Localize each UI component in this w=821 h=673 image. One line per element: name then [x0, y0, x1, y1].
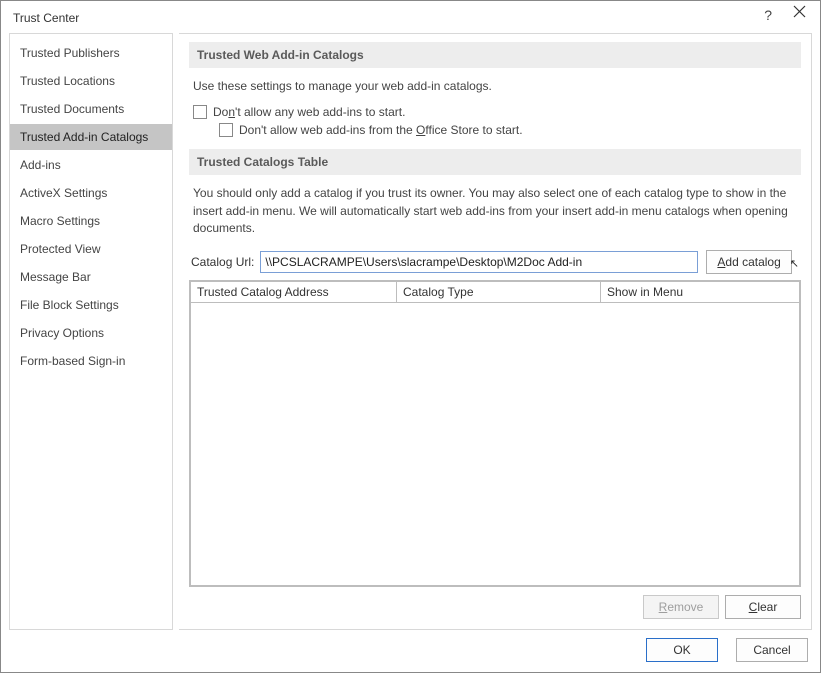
- dialog-buttons: OK Cancel: [638, 638, 808, 662]
- close-button[interactable]: [793, 5, 806, 21]
- dialog-body: Trusted Publishers Trusted Locations Tru…: [9, 33, 812, 630]
- col-header-address[interactable]: Trusted Catalog Address: [191, 282, 397, 302]
- table-action-buttons: Remove Clear: [189, 595, 801, 619]
- col-header-type[interactable]: Catalog Type: [397, 282, 601, 302]
- main-panel: Trusted Web Add-in Catalogs Use these se…: [179, 33, 812, 630]
- sidebar-item-macro-settings[interactable]: Macro Settings: [10, 208, 172, 234]
- cancel-button[interactable]: Cancel: [736, 638, 808, 662]
- section2-desc: You should only add a catalog if you tru…: [193, 185, 801, 237]
- checkbox-icon: [219, 123, 233, 137]
- sidebar: Trusted Publishers Trusted Locations Tru…: [9, 33, 173, 630]
- ok-button[interactable]: OK: [646, 638, 718, 662]
- sidebar-item-trusted-locations[interactable]: Trusted Locations: [10, 68, 172, 94]
- col-header-show-in-menu[interactable]: Show in Menu: [601, 282, 799, 302]
- catalog-url-row: Catalog Url: Add catalog ↖: [191, 250, 801, 274]
- sidebar-item-file-block-settings[interactable]: File Block Settings: [10, 292, 172, 318]
- remove-button: Remove: [643, 595, 719, 619]
- sidebar-item-protected-view[interactable]: Protected View: [10, 236, 172, 262]
- titlebar: Trust Center ?: [1, 1, 820, 31]
- sidebar-item-trusted-publishers[interactable]: Trusted Publishers: [10, 40, 172, 66]
- section1-desc: Use these settings to manage your web ad…: [193, 78, 801, 95]
- checkbox-label: Don't allow any web add-ins to start.: [213, 105, 405, 119]
- section-header-web-addin: Trusted Web Add-in Catalogs: [189, 42, 801, 68]
- window-title: Trust Center: [11, 7, 79, 25]
- checkbox-dont-allow-office-store[interactable]: Don't allow web add-ins from the Office …: [219, 123, 801, 137]
- help-button[interactable]: ?: [764, 7, 772, 23]
- sidebar-item-privacy-options[interactable]: Privacy Options: [10, 320, 172, 346]
- close-icon: [793, 5, 806, 18]
- checkbox-dont-allow-any[interactable]: Don't allow any web add-ins to start.: [193, 105, 801, 119]
- add-catalog-button[interactable]: Add catalog: [706, 250, 791, 274]
- clear-button[interactable]: Clear: [725, 595, 801, 619]
- table-body-empty: [191, 303, 799, 585]
- checkbox-icon: [193, 105, 207, 119]
- checkbox-label: Don't allow web add-ins from the Office …: [239, 123, 523, 137]
- catalog-url-label: Catalog Url:: [191, 255, 254, 269]
- catalog-url-input[interactable]: [260, 251, 698, 273]
- sidebar-item-activex-settings[interactable]: ActiveX Settings: [10, 180, 172, 206]
- sidebar-item-trusted-documents[interactable]: Trusted Documents: [10, 96, 172, 122]
- sidebar-item-trusted-addin-catalogs[interactable]: Trusted Add-in Catalogs: [10, 124, 172, 150]
- trusted-catalogs-table: Trusted Catalog Address Catalog Type Sho…: [189, 280, 801, 587]
- table-header-row: Trusted Catalog Address Catalog Type Sho…: [191, 282, 799, 303]
- section-header-catalogs-table: Trusted Catalogs Table: [189, 149, 801, 175]
- sidebar-item-message-bar[interactable]: Message Bar: [10, 264, 172, 290]
- sidebar-item-add-ins[interactable]: Add-ins: [10, 152, 172, 178]
- sidebar-item-form-based-sign-in[interactable]: Form-based Sign-in: [10, 348, 172, 374]
